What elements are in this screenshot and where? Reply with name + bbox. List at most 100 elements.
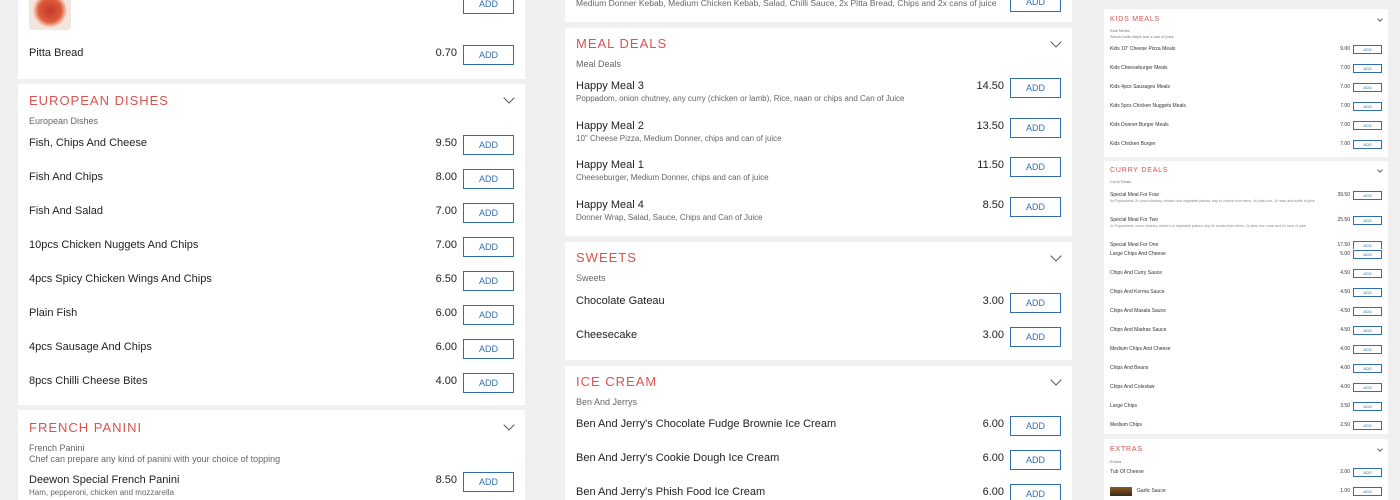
chevron-down-icon[interactable] [1050, 374, 1062, 386]
chevron-down-icon[interactable] [1050, 36, 1062, 48]
add-button[interactable]: ADD [1010, 0, 1061, 12]
category-title[interactable]: Curry Deals [1110, 167, 1168, 174]
item-name: Kids 4pcs Sausages Meals [1110, 84, 1171, 90]
add-button[interactable]: ADD [1010, 78, 1061, 98]
item-price: 8.00 [435, 171, 457, 183]
item-name: Ben And Jerry's Cookie Dough Ice Cream [576, 452, 780, 464]
add-button[interactable]: ADD [463, 45, 514, 65]
add-button[interactable]: ADD [1353, 307, 1382, 316]
add-button[interactable]: ADD [1010, 484, 1061, 500]
category-curry-deals: Curry Deals Curry Deals Special Meal For… [1104, 161, 1388, 250]
chevron-down-icon[interactable] [1050, 250, 1062, 262]
add-button[interactable]: ADD [1010, 327, 1061, 347]
add-button[interactable]: ADD [463, 203, 514, 223]
category-title[interactable]: Sweets [576, 250, 637, 265]
item-price: 4.00 [435, 375, 457, 387]
menu-column-middle: Medium Donner Kebab, Medium Chicken Keba… [547, 0, 1090, 500]
category-meal-deals: Meal Deals Meal Deals Happy Meal 3 Poppad… [565, 28, 1072, 236]
add-button[interactable]: ADD [463, 271, 514, 291]
add-button[interactable]: ADD [1353, 64, 1382, 73]
add-button[interactable]: ADD [1353, 83, 1382, 92]
item-name: Kids Cheeseburger Meals [1110, 65, 1168, 71]
add-button[interactable]: ADD [463, 169, 514, 189]
category-french-panini: French Panini French Panini Chef can pre… [18, 410, 525, 500]
add-button[interactable]: ADD [1010, 196, 1061, 217]
item-name: Kids 10" Cheese Pizza Meals [1110, 46, 1176, 52]
add-button[interactable]: ADD [1353, 326, 1382, 335]
item-price: 4.00 [1340, 346, 1350, 352]
add-button[interactable]: ADD [1010, 416, 1061, 436]
item-price: 6.50 [435, 273, 457, 285]
add-button[interactable]: ADD [1353, 345, 1382, 354]
category-chips: Large Chips And Cheese 5.00 ADD Chips And C… [1104, 249, 1388, 434]
item-description: Cheeseburger, Medium Donner, chips and c… [576, 173, 769, 182]
chevron-down-icon[interactable] [503, 92, 515, 104]
item-name: Plain Fish [29, 307, 78, 319]
add-button[interactable]: ADD [463, 305, 514, 325]
item-price: 3.50 [1340, 403, 1350, 409]
menu-card-top: ADD Pitta Bread 0.70 ADD [18, 0, 525, 79]
category-title[interactable]: Meal Deals [576, 36, 667, 51]
category-subtitle: European Dishes [29, 116, 99, 126]
category-ice-cream: Ice Cream Ben And Jerrys Ben And Jerry's… [565, 366, 1072, 500]
add-button[interactable]: ADD [1353, 269, 1382, 278]
add-button[interactable]: ADD [1353, 140, 1382, 149]
item-name: Large Chips And Cheese [1110, 251, 1166, 257]
item-thumbnail [29, 0, 71, 30]
add-button[interactable]: ADD [1353, 421, 1382, 430]
add-button[interactable]: ADD [1353, 402, 1382, 411]
item-name: Special Meal For Four [1110, 192, 1160, 198]
item-price: 6.00 [435, 341, 457, 353]
add-button[interactable]: ADD [463, 237, 514, 257]
add-button[interactable]: ADD [1353, 250, 1382, 259]
add-button[interactable]: ADD [1353, 191, 1382, 200]
add-button[interactable]: ADD [1353, 383, 1382, 392]
item-description: Donner Wrap, Salad, Sauce, Chips and Can… [576, 212, 763, 222]
category-title[interactable]: Ice Cream [576, 374, 657, 389]
add-button[interactable]: ADD [1010, 450, 1061, 470]
add-button[interactable]: ADD [463, 339, 514, 359]
add-button[interactable]: ADD [463, 0, 514, 14]
add-button[interactable]: ADD [1010, 293, 1061, 313]
chevron-down-icon[interactable] [503, 419, 515, 431]
category-title[interactable]: Extras [1110, 446, 1143, 453]
item-name: Ben And Jerry's Phish Food Ice Cream [576, 486, 766, 498]
item-name: Deewon Special French Panini [29, 474, 180, 486]
item-thumbnail [1110, 487, 1132, 496]
category-title[interactable]: European Dishes [29, 93, 169, 108]
item-name: Chips And Coleslaw [1110, 384, 1155, 390]
category-title[interactable]: Kids Meals [1110, 16, 1160, 23]
add-button[interactable]: ADD [1353, 288, 1382, 297]
add-button[interactable]: ADD [1353, 487, 1382, 496]
add-button[interactable]: ADD [1353, 468, 1382, 477]
add-button[interactable]: ADD [463, 373, 514, 393]
add-button[interactable]: ADD [1010, 117, 1061, 138]
item-price: 13.50 [976, 119, 1004, 132]
add-button[interactable]: ADD [463, 135, 514, 155]
item-price: 39.50 [1337, 192, 1350, 198]
chevron-down-icon[interactable] [1377, 167, 1383, 173]
chevron-down-icon[interactable] [1377, 446, 1383, 452]
add-button[interactable]: ADD [1010, 157, 1061, 177]
add-button[interactable]: ADD [1353, 364, 1382, 373]
chevron-down-icon[interactable] [1377, 16, 1383, 22]
item-price: 8.50 [982, 198, 1004, 211]
add-button[interactable]: ADD [1353, 121, 1382, 130]
add-button[interactable]: ADD [1353, 45, 1382, 54]
category-subtitle: Curry Deals [1110, 179, 1132, 184]
category-subtitle: Sweets [576, 273, 606, 283]
item-name: 8pcs Chilli Cheese Bites [29, 375, 148, 387]
category-title[interactable]: French Panini [29, 420, 142, 435]
add-button[interactable]: ADD [1353, 102, 1382, 111]
item-name: Chips And Madras Sauce [1110, 327, 1167, 333]
item-price: 25.50 [1337, 217, 1350, 223]
item-price: 6.00 [982, 486, 1004, 498]
add-button[interactable]: ADD [463, 472, 514, 492]
add-button[interactable]: ADD [1353, 216, 1382, 225]
item-name: Fish And Salad [29, 205, 103, 217]
item-name: Chips And Beans [1110, 365, 1149, 371]
item-name: Chocolate Gateau [576, 295, 665, 307]
item-name: 10pcs Chicken Nuggets And Chips [29, 239, 199, 251]
item-name: Special Meal For Two [1110, 217, 1158, 223]
item-name: Special Meal For One [1110, 242, 1159, 248]
